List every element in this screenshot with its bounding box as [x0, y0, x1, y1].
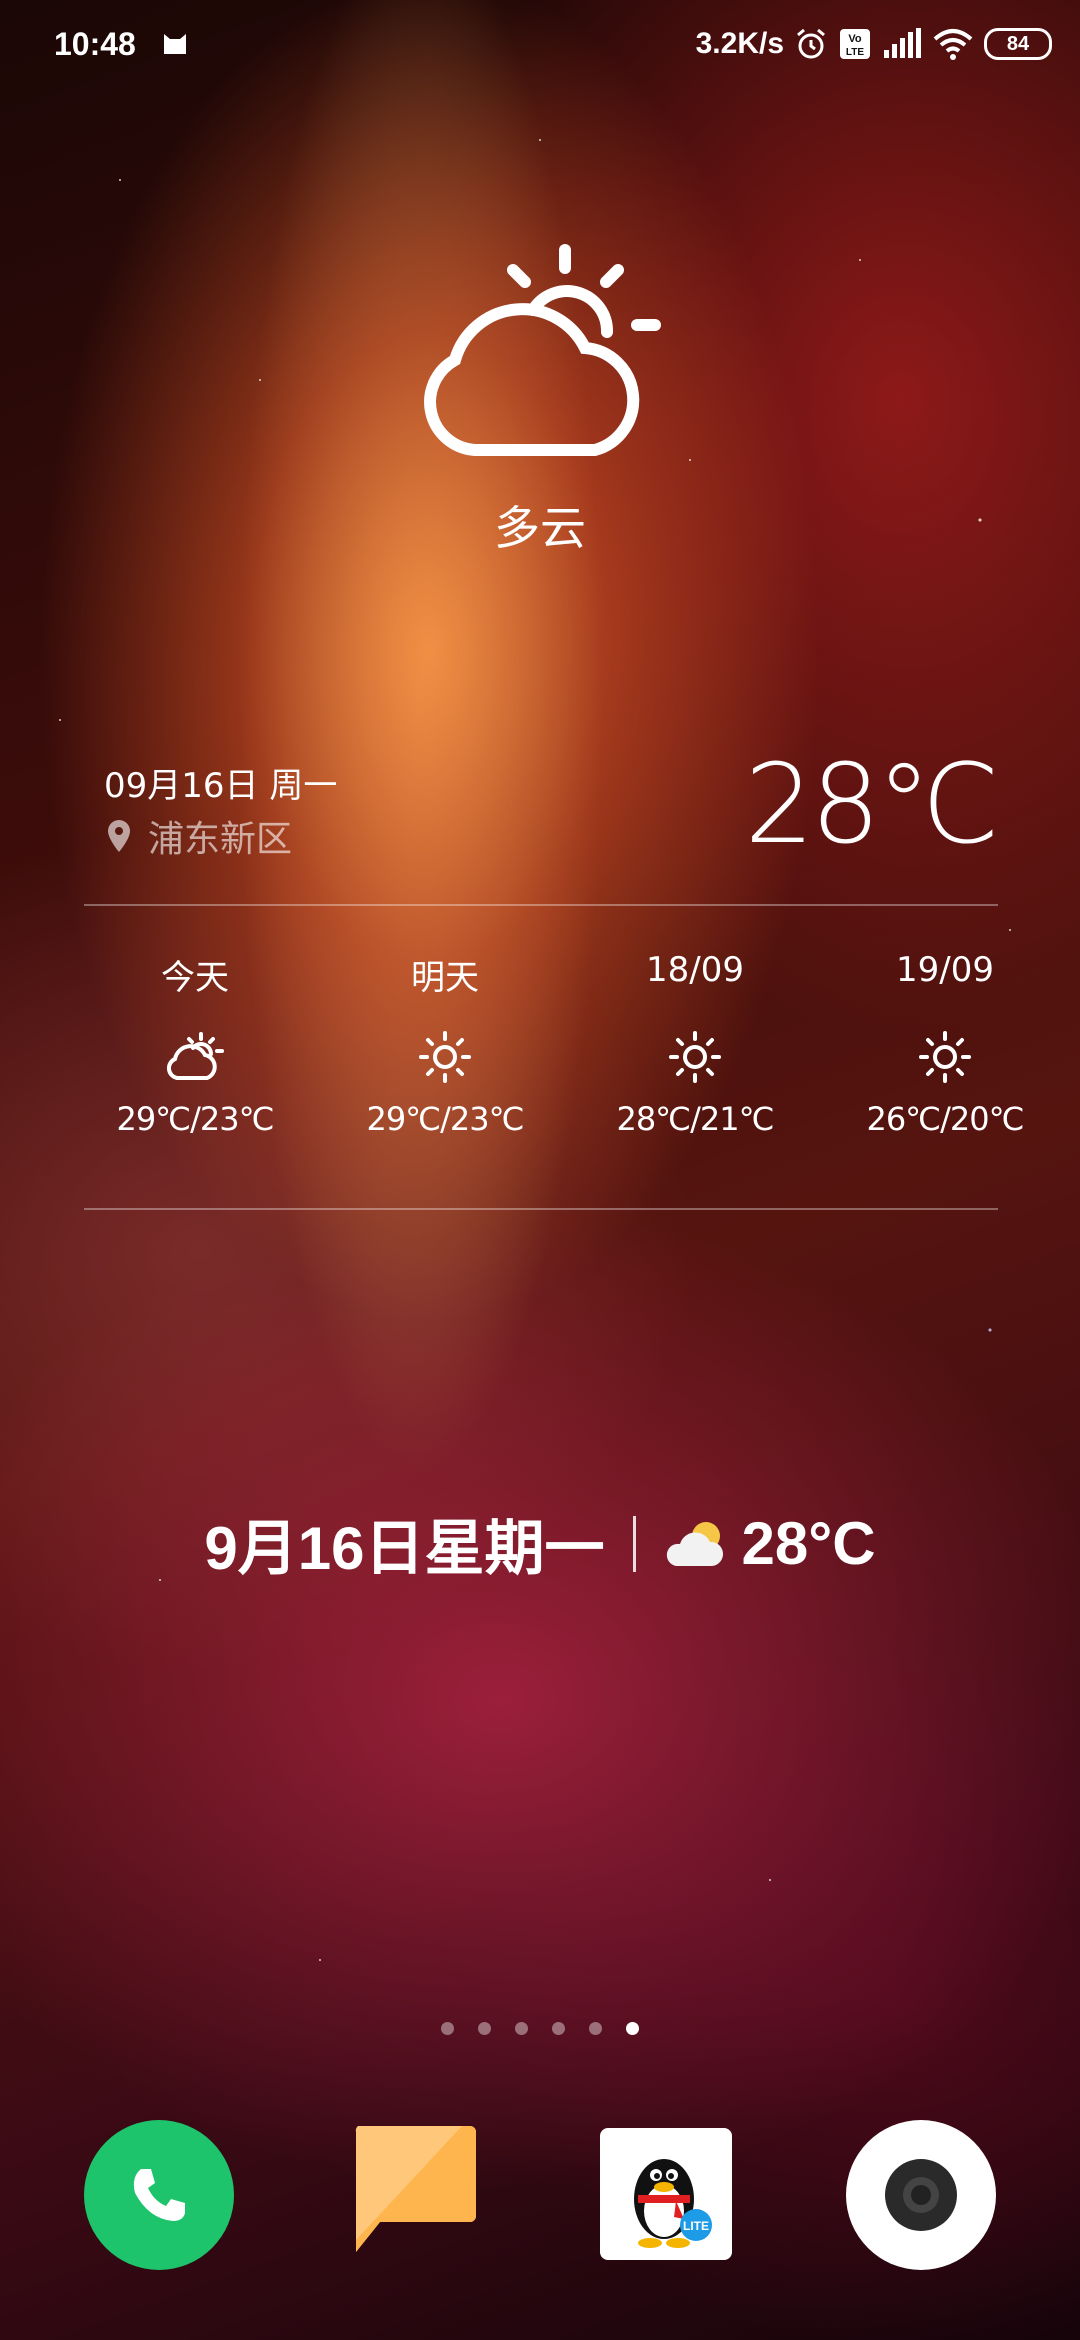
signal-icon [884, 28, 921, 58]
weather-date: 09月16日 周一 [104, 766, 338, 806]
partly-cloudy-large-icon [424, 244, 661, 456]
date-weather-widget[interactable]: 9月16日星期一 28°C [0, 1500, 1080, 1587]
sunny-icon [669, 1031, 721, 1083]
status-icons: 3.2K/s Vo LTE 84 [696, 24, 1052, 64]
status-bar: 10:48 3.2K/s Vo LTE 84 [0, 0, 1080, 90]
page-indicator[interactable] [0, 2022, 1080, 2035]
current-temperature: 28℃ [744, 740, 1000, 868]
weather-divider-bottom [84, 1208, 998, 1210]
forecast-day: 19/09 26℃/20℃ [820, 950, 1070, 1138]
weather-condition: 多云 [494, 501, 586, 555]
page-dot[interactable] [589, 2022, 602, 2035]
forecast-day-label: 19/09 [896, 950, 994, 990]
home-screen: 10:48 3.2K/s Vo LTE 84 多云 09月16日 周一 浦东新区… [0, 0, 1080, 2340]
camera-app-button[interactable] [846, 2120, 996, 2270]
forecast-day-label: 18/09 [646, 950, 744, 990]
wifi-icon [933, 29, 973, 60]
camera-icon [885, 2159, 957, 2231]
battery-icon: 84 [984, 28, 1052, 60]
forecast-day: 18/09 28℃/21℃ [570, 950, 820, 1138]
forecast-day: 明天 29℃/23℃ [320, 950, 570, 1138]
location-pin-icon [108, 820, 130, 852]
forecast-temp: 28℃/21℃ [616, 1100, 774, 1138]
forecast-day-label: 明天 [411, 958, 479, 998]
partly-cloudy-icon [166, 1032, 224, 1080]
messages-app-button[interactable] [352, 2120, 502, 2270]
location-label: 浦东新区 [148, 819, 293, 860]
qq-penguin-icon: LITE [634, 2159, 712, 2248]
svg-text:LTE: LTE [846, 47, 864, 58]
phone-icon [133, 2169, 185, 2221]
svg-text:Vo: Vo [848, 33, 862, 45]
cat-notification-icon [164, 34, 186, 54]
weather-divider-top [84, 904, 998, 906]
forecast-day: 今天 29℃/23℃ [70, 950, 320, 1138]
weather-location[interactable]: 浦东新区 [108, 810, 292, 862]
status-time: 10:48 [54, 26, 136, 62]
network-speed: 3.2K/s [695, 27, 784, 60]
page-dot[interactable] [441, 2022, 454, 2035]
forecast-day-label: 今天 [161, 958, 229, 998]
alarm-icon [797, 28, 825, 59]
forecast-row[interactable]: 今天 29℃/23℃ 明天 29℃/23℃ 18/09 28℃/21℃ 19/0… [70, 950, 1070, 1138]
page-dot-active[interactable] [626, 2022, 639, 2035]
widget-temp: 28°C [741, 1510, 876, 1577]
page-dot[interactable] [515, 2022, 528, 2035]
cloud-sun-icon [666, 1521, 723, 1566]
qq-lite-app-button[interactable]: LITE [600, 2128, 732, 2260]
widget-date: 9月16日星期一 [204, 1515, 605, 1582]
sunny-icon [919, 1031, 971, 1083]
volte-icon: Vo LTE [840, 29, 870, 59]
qq-lite-badge: LITE [683, 2219, 709, 2233]
forecast-temp: 29℃/23℃ [116, 1100, 274, 1138]
phone-app-button[interactable] [84, 2120, 234, 2270]
widget-separator [632, 1515, 636, 1572]
forecast-temp: 29℃/23℃ [366, 1100, 524, 1138]
sunny-icon [419, 1031, 471, 1083]
dock: LITE [0, 2120, 1080, 2270]
forecast-temp: 26℃/20℃ [866, 1100, 1024, 1138]
page-dot[interactable] [478, 2022, 491, 2035]
page-dot[interactable] [552, 2022, 565, 2035]
message-icon [355, 2126, 476, 2252]
